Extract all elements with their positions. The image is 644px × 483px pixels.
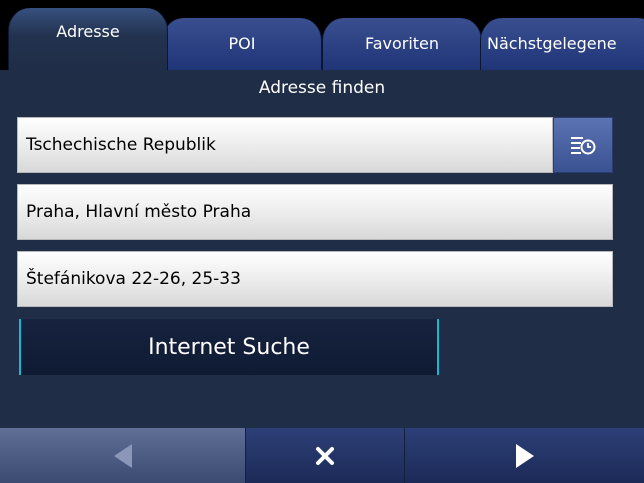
tab-favoriten-label: Favoriten bbox=[364, 34, 440, 53]
city-value: Praha, Hlavní město Praha bbox=[26, 202, 252, 222]
internet-search-button[interactable]: Internet Suche bbox=[19, 319, 439, 375]
tab-favoriten[interactable]: Favoriten bbox=[322, 18, 482, 70]
tab-naechstgelegene-label: Nächstgelegene bbox=[487, 34, 617, 53]
street-value: Štefánikova 22-26, 25-33 bbox=[26, 269, 241, 289]
next-arrow-icon bbox=[515, 443, 534, 468]
close-icon bbox=[316, 446, 334, 465]
tab-poi-label: POI bbox=[228, 34, 256, 53]
tab-poi[interactable]: POI bbox=[162, 18, 322, 70]
history-list-icon bbox=[571, 137, 596, 155]
address-search-screen: POI Favoriten Nächstgelegene Adresse Adr… bbox=[0, 0, 644, 483]
tab-adresse-label: Adresse bbox=[56, 22, 120, 41]
bottom-navigation-bar bbox=[0, 428, 644, 483]
back-arrow-icon bbox=[113, 443, 132, 468]
tab-adresse[interactable]: Adresse bbox=[8, 8, 168, 70]
street-field[interactable]: Štefánikova 22-26, 25-33 bbox=[17, 251, 613, 307]
close-button[interactable] bbox=[245, 428, 405, 483]
city-field[interactable]: Praha, Hlavní město Praha bbox=[17, 184, 613, 240]
back-button[interactable] bbox=[0, 428, 245, 483]
country-value: Tschechische Republik bbox=[26, 135, 216, 155]
tab-bar: POI Favoriten Nächstgelegene Adresse bbox=[0, 0, 644, 70]
tab-naechstgelegene[interactable]: Nächstgelegene bbox=[480, 18, 644, 70]
country-field[interactable]: Tschechische Republik bbox=[17, 117, 553, 173]
history-button[interactable] bbox=[553, 117, 613, 173]
section-title: Adresse finden bbox=[258, 78, 386, 98]
next-button[interactable] bbox=[405, 428, 644, 483]
internet-search-label: Internet Suche bbox=[148, 334, 310, 360]
